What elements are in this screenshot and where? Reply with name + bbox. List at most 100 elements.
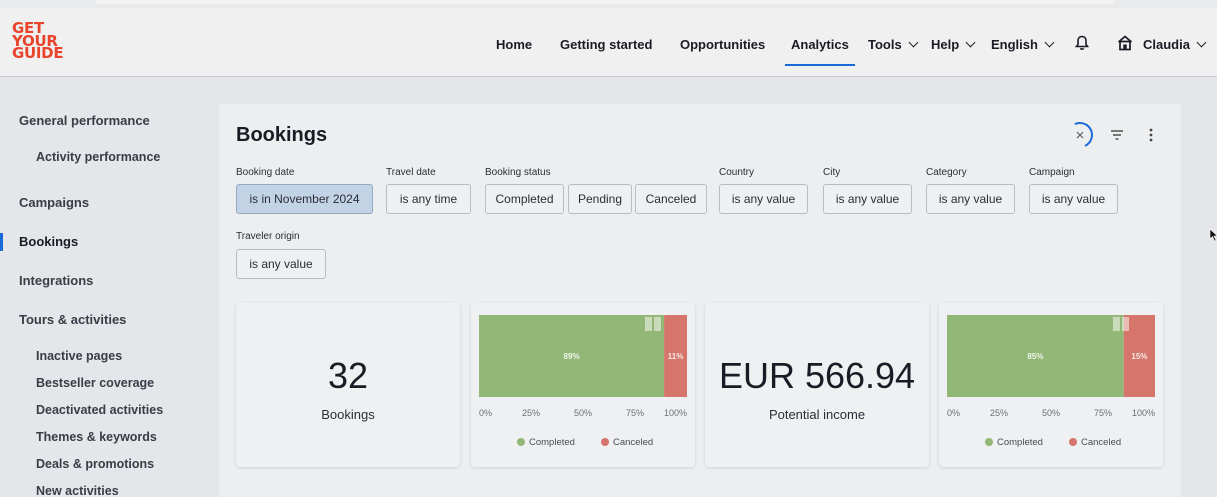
nav-tools[interactable]: Tools <box>868 34 919 54</box>
sidebar-item-inactive-pages[interactable]: Inactive pages <box>36 349 122 363</box>
getyourguide-logo[interactable]: GET YOUR GUIDE <box>12 21 72 62</box>
nav-home-label: Home <box>496 36 533 52</box>
nav-getting-started[interactable]: Getting started <box>560 34 652 54</box>
x-tick-label: 25% <box>522 408 540 418</box>
sidebar-item-general-performance[interactable]: General performance <box>19 113 150 128</box>
filter-traveler-origin[interactable]: is any value <box>236 249 326 279</box>
chevron-down-icon <box>965 37 976 47</box>
filter-label-category: Category <box>926 167 967 178</box>
data-label-completed: 89% <box>564 352 580 361</box>
nav-getting-started-label: Getting started <box>560 36 653 52</box>
chart-toolbar-mark <box>1122 317 1129 331</box>
nav-opportunities[interactable]: Opportunities <box>680 34 765 54</box>
x-tick-label: 100% <box>1132 408 1155 418</box>
sidebar-item-new-activities[interactable]: New activities <box>36 484 119 497</box>
sidebar-item-bestseller-coverage[interactable]: Bestseller coverage <box>36 376 154 390</box>
chart-toolbar-mark <box>645 317 652 331</box>
chevron-down-icon <box>1196 37 1207 47</box>
user-menu[interactable]: Claudia <box>1143 34 1207 54</box>
legend-swatch-completed <box>517 438 525 446</box>
bookings-status-chart-card: 89% 11% 0% 25% 50% 75% 100% Completed Canceled <box>471 303 695 467</box>
x-tick-label: 25% <box>990 408 1008 418</box>
sidebar-item-bookings[interactable]: Bookings <box>19 234 78 249</box>
x-tick-label: 75% <box>626 408 644 418</box>
x-tick-label: 100% <box>664 408 687 418</box>
legend-label-completed: Completed <box>997 437 1043 448</box>
browser-address-bar <box>95 0 1115 4</box>
sidebar-item-deactivated-activities[interactable]: Deactivated activities <box>36 403 163 417</box>
nav-analytics-label: Analytics <box>791 36 849 52</box>
filter-category[interactable]: is any value <box>926 184 1015 214</box>
chevron-down-icon <box>908 37 919 47</box>
legend-label-canceled: Canceled <box>1081 437 1121 448</box>
chevron-down-icon <box>1044 37 1055 47</box>
nav-language[interactable]: English <box>991 34 1055 54</box>
filter-label-city: City <box>823 167 841 178</box>
nav-tools-label: Tools <box>868 36 902 52</box>
filter-icon[interactable] <box>1107 125 1127 145</box>
nav-help-label: Help <box>931 36 960 52</box>
income-label: Potential income <box>768 407 866 422</box>
nav-help[interactable]: Help <box>931 34 976 54</box>
sidebar-item-campaigns[interactable]: Campaigns <box>19 195 89 210</box>
sidebar-item-activity-performance[interactable]: Activity performance <box>36 150 160 164</box>
filter-label-travel-date: Travel date <box>386 167 436 178</box>
filter-city[interactable]: is any value <box>823 184 912 214</box>
sidebar-item-integrations[interactable]: Integrations <box>19 273 93 288</box>
x-tick-label: 75% <box>1094 408 1112 418</box>
filter-status-canceled[interactable]: Canceled <box>635 184 707 214</box>
legend-swatch-canceled <box>601 438 609 446</box>
more-vertical-icon[interactable] <box>1141 125 1161 145</box>
bookings-count-card: 32 Bookings <box>236 303 460 467</box>
income-status-chart: 85% 15% 0% 25% 50% 75% 100% Completed Canceled <box>947 315 1155 448</box>
filter-campaign[interactable]: is any value <box>1029 184 1118 214</box>
filter-booking-date[interactable]: is in November 2024 <box>236 184 373 214</box>
logo-line-3: GUIDE <box>12 44 64 62</box>
sidebar-item-deals-promotions[interactable]: Deals & promotions <box>36 457 154 471</box>
sidebar-active-indicator <box>0 233 3 251</box>
income-value: EUR 566.94 <box>718 355 916 396</box>
bell-icon[interactable] <box>1075 35 1089 51</box>
legend-label-completed: Completed <box>529 437 575 448</box>
nav-opportunities-label: Opportunities <box>680 36 766 52</box>
legend-swatch-canceled <box>1069 438 1077 446</box>
income-status-chart-card: 85% 15% 0% 25% 50% 75% 100% Completed Canceled <box>939 303 1163 467</box>
x-tick-label: 0% <box>947 408 960 418</box>
chart-toolbar-mark <box>1113 317 1120 331</box>
panel-toolbar: × <box>1063 118 1161 152</box>
legend-label-canceled: Canceled <box>613 437 653 448</box>
legend-swatch-completed <box>985 438 993 446</box>
loading-spinner: × <box>1063 118 1097 152</box>
x-tick-label: 0% <box>479 408 492 418</box>
filter-travel-date[interactable]: is any time <box>386 184 471 214</box>
filter-status-pending[interactable]: Pending <box>568 184 632 214</box>
home-icon[interactable] <box>1117 35 1133 51</box>
filter-country[interactable]: is any value <box>719 184 808 214</box>
filter-status-completed[interactable]: Completed <box>485 184 564 214</box>
x-tick-label: 50% <box>1042 408 1060 418</box>
user-name: Claudia <box>1143 36 1190 52</box>
nav-home[interactable]: Home <box>496 34 532 54</box>
mouse-cursor-icon <box>1209 228 1217 242</box>
filter-label-traveler-origin: Traveler origin <box>236 231 300 242</box>
x-tick-label: 50% <box>574 408 592 418</box>
filter-label-booking-status: Booking status <box>485 167 551 178</box>
data-label-canceled: 15% <box>1131 352 1147 361</box>
data-label-completed: 85% <box>1027 352 1043 361</box>
close-icon[interactable]: × <box>1069 124 1091 146</box>
bookings-count-value: 32 <box>327 355 369 396</box>
page-title: Bookings <box>236 124 328 146</box>
chart-toolbar-mark <box>654 317 661 331</box>
filter-label-booking-date: Booking date <box>236 167 295 178</box>
bookings-count-label: Bookings <box>321 407 375 422</box>
filter-label-campaign: Campaign <box>1029 167 1075 178</box>
data-label-canceled: 11% <box>668 352 684 361</box>
sidebar-item-themes-keywords[interactable]: Themes & keywords <box>36 430 157 444</box>
sidebar-item-tours-activities[interactable]: Tours & activities <box>19 312 126 327</box>
top-navigation-bar: GET YOUR GUIDE Home Getting started Oppo… <box>0 8 1217 77</box>
bookings-panel: Bookings × Booking date Travel date Book… <box>219 104 1181 497</box>
nav-language-label: English <box>991 36 1038 52</box>
income-card: EUR 566.94 Potential income <box>705 303 929 467</box>
nav-analytics[interactable]: Analytics <box>785 34 855 66</box>
bookings-status-chart: 89% 11% 0% 25% 50% 75% 100% Completed Canceled <box>479 315 687 448</box>
